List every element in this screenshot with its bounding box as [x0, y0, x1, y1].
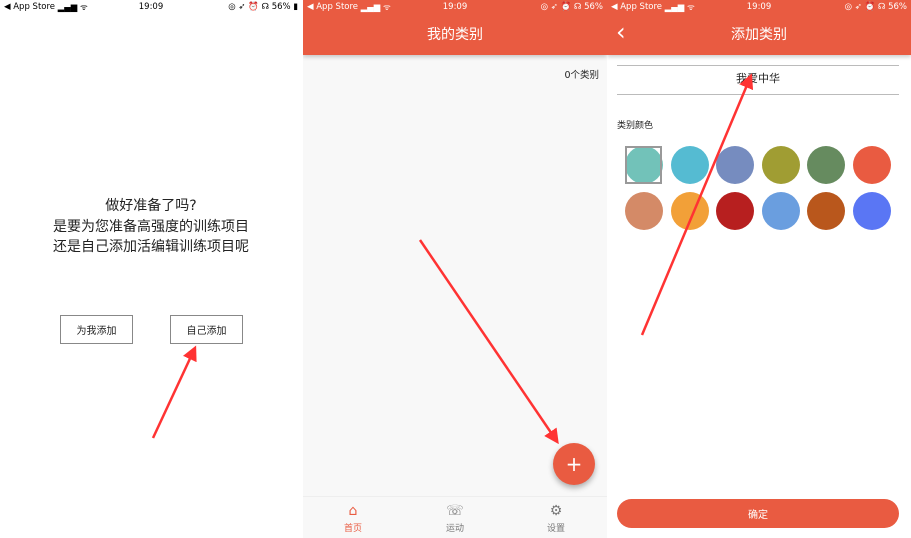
nav-home[interactable]: ⌂ 首页 [323, 503, 383, 534]
category-name-input[interactable]: 我爱中华 [617, 65, 899, 95]
question-line-2: 是要为您准备高强度的训练项目 [53, 219, 249, 235]
page-title: 我的类别 [427, 27, 483, 43]
gear-icon: ⚙ [549, 503, 563, 519]
status-time: 19:09 [138, 2, 164, 12]
header: ◀ App Store ▂▄▆ ᯤ 19:09 ◎ ➶ ⏰ ☊ 56% ‹ 添加… [607, 0, 911, 55]
selected-color-indicator [625, 146, 662, 184]
status-time: 19:09 [442, 2, 468, 12]
color-swatch[interactable] [625, 192, 663, 230]
status-time: 19:09 [746, 2, 772, 12]
color-swatch[interactable] [761, 146, 800, 184]
screen-choose-mode: ◀ App Store ▂▄▆ ᯤ 19:09 ◎ ➶ ⏰ ☊ 56% ▮ 做好… [0, 0, 302, 538]
nav-settings[interactable]: ⚙ 设置 [526, 503, 586, 534]
nav-label: 设置 [546, 524, 565, 534]
color-swatch[interactable] [853, 192, 891, 230]
nav-label: 首页 [343, 524, 362, 534]
screen-add-category: ◀ App Store ▂▄▆ ᯤ 19:09 ◎ ➶ ⏰ ☊ 56% ‹ 添加… [607, 0, 911, 538]
color-swatch[interactable] [807, 192, 846, 230]
color-swatch[interactable] [807, 146, 846, 184]
home-icon: ⌂ [348, 503, 358, 519]
color-swatch[interactable] [670, 146, 709, 184]
nav-sport[interactable]: ☏ 运动 [425, 503, 485, 534]
nav-label: 运动 [445, 524, 464, 534]
add-category-button[interactable]: + [553, 443, 595, 485]
add-myself-button[interactable]: 自己添加 [170, 315, 243, 344]
color-swatch[interactable] [716, 146, 755, 184]
category-count: 0个类别 [564, 70, 599, 81]
screen-my-categories: ◀ App Store ▂▄▆ ᯤ 19:09 ◎ ➶ ⏰ ☊ 56% 我的类别… [303, 0, 607, 538]
color-swatch[interactable] [716, 192, 755, 230]
page-title: 添加类别 [731, 27, 787, 43]
question-line-3: 还是自己添加活编辑训练项目呢 [53, 239, 249, 255]
add-for-me-button[interactable]: 为我添加 [60, 315, 133, 344]
question-text: 做好准备了吗? [105, 198, 197, 214]
status-bar: ◀ App Store ▂▄▆ ᯤ 19:09 ◎ ➶ ⏰ ☊ 56% [607, 0, 911, 14]
color-swatch[interactable] [853, 146, 891, 184]
whistle-icon: ☏ [446, 503, 464, 519]
confirm-button[interactable]: 确定 [617, 499, 899, 528]
bottom-nav: ⌂ 首页 ☏ 运动 ⚙ 设置 [303, 496, 607, 538]
color-label: 类别颜色 [617, 121, 654, 131]
color-swatch[interactable] [670, 192, 709, 230]
color-swatch[interactable] [761, 192, 800, 230]
status-bar: ◀ App Store ▂▄▆ ᯤ 19:09 ◎ ➶ ⏰ ☊ 56% ▮ [0, 0, 302, 14]
status-bar: ◀ App Store ▂▄▆ ᯤ 19:09 ◎ ➶ ⏰ ☊ 56% [303, 0, 607, 14]
header: ◀ App Store ▂▄▆ ᯤ 19:09 ◎ ➶ ⏰ ☊ 56% 我的类别 [303, 0, 607, 55]
